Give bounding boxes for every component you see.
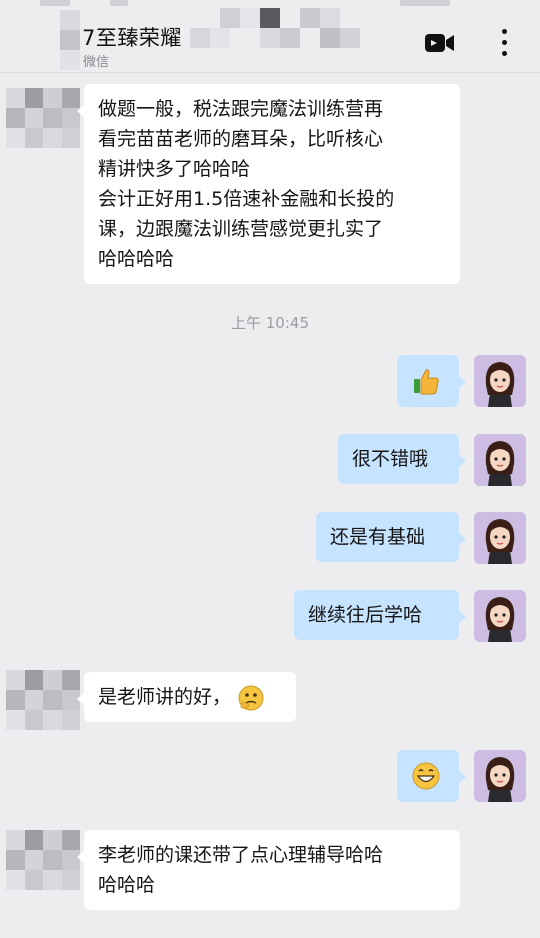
cartoon-teacher-icon bbox=[474, 512, 526, 564]
message-text: 是老师讲的好， bbox=[98, 686, 232, 708]
message-line: 看完苗苗老师的磨耳朵，比听核心 bbox=[98, 128, 384, 150]
message-bubble-outgoing[interactable]: 继续往后学哈 bbox=[294, 590, 466, 640]
self-avatar[interactable] bbox=[474, 750, 526, 802]
more-vertical-icon bbox=[501, 29, 507, 34]
contact-avatar[interactable] bbox=[6, 670, 80, 730]
message-text: 很不错哦 bbox=[352, 448, 429, 470]
message-bubble-incoming[interactable]: 做题一般，税法跟完魔法训练营再 看完苗苗老师的磨耳朵，比听核心 精讲快多了哈哈哈… bbox=[77, 84, 460, 284]
message-bubble-outgoing[interactable]: 很不错哦 bbox=[338, 434, 466, 484]
cartoon-teacher-icon bbox=[474, 590, 526, 642]
message-bubble-incoming[interactable]: 是老师讲的好， bbox=[77, 672, 296, 722]
message-line: 会计正好用1.5倍速补金融和长投的 bbox=[98, 188, 395, 210]
self-avatar[interactable] bbox=[474, 590, 526, 642]
more-options-button[interactable] bbox=[495, 26, 513, 62]
cartoon-teacher-icon bbox=[474, 434, 526, 486]
title-mosaic bbox=[190, 8, 360, 56]
message-line: 哈哈哈 bbox=[98, 874, 156, 896]
chat-title: 7至臻荣耀 bbox=[82, 26, 182, 50]
self-avatar[interactable] bbox=[474, 512, 526, 564]
message-line: 哈哈哈哈 bbox=[98, 248, 175, 270]
message-text: 继续往后学哈 bbox=[308, 604, 423, 626]
message-line: 课，边跟魔法训练营感觉更扎实了 bbox=[98, 218, 384, 240]
message-line: 做题一般，税法跟完魔法训练营再 bbox=[98, 98, 384, 120]
message-text: 还是有基础 bbox=[330, 526, 426, 548]
chat-header: 7至臻荣耀 微信 bbox=[0, 8, 540, 70]
video-call-button[interactable] bbox=[424, 32, 456, 54]
self-avatar[interactable] bbox=[474, 434, 526, 486]
thinking-face-icon bbox=[238, 685, 264, 710]
self-avatar[interactable] bbox=[474, 355, 526, 407]
title-mosaic-left bbox=[60, 10, 80, 70]
grinning-face-icon bbox=[412, 762, 440, 789]
cartoon-teacher-icon bbox=[474, 750, 526, 802]
message-line: 精讲快多了哈哈哈 bbox=[98, 158, 251, 180]
chat-subtitle: 微信 bbox=[83, 55, 110, 70]
cartoon-teacher-icon bbox=[474, 355, 526, 407]
contact-avatar[interactable] bbox=[6, 830, 80, 890]
video-call-icon bbox=[425, 34, 454, 52]
status-bar bbox=[0, 0, 540, 8]
message-bubble-incoming[interactable]: 李老师的课还带了点心理辅导哈哈 哈哈哈 bbox=[77, 830, 460, 910]
message-bubble-outgoing[interactable] bbox=[397, 355, 466, 407]
message-line: 李老师的课还带了点心理辅导哈哈 bbox=[98, 844, 384, 866]
message-bubble-outgoing[interactable]: 还是有基础 bbox=[316, 512, 466, 562]
message-bubble-outgoing[interactable] bbox=[397, 750, 466, 802]
contact-avatar[interactable] bbox=[6, 88, 80, 148]
thumbs-up-icon bbox=[414, 368, 439, 394]
header-divider bbox=[0, 72, 540, 73]
message-timestamp: 上午 10:45 bbox=[231, 314, 309, 332]
